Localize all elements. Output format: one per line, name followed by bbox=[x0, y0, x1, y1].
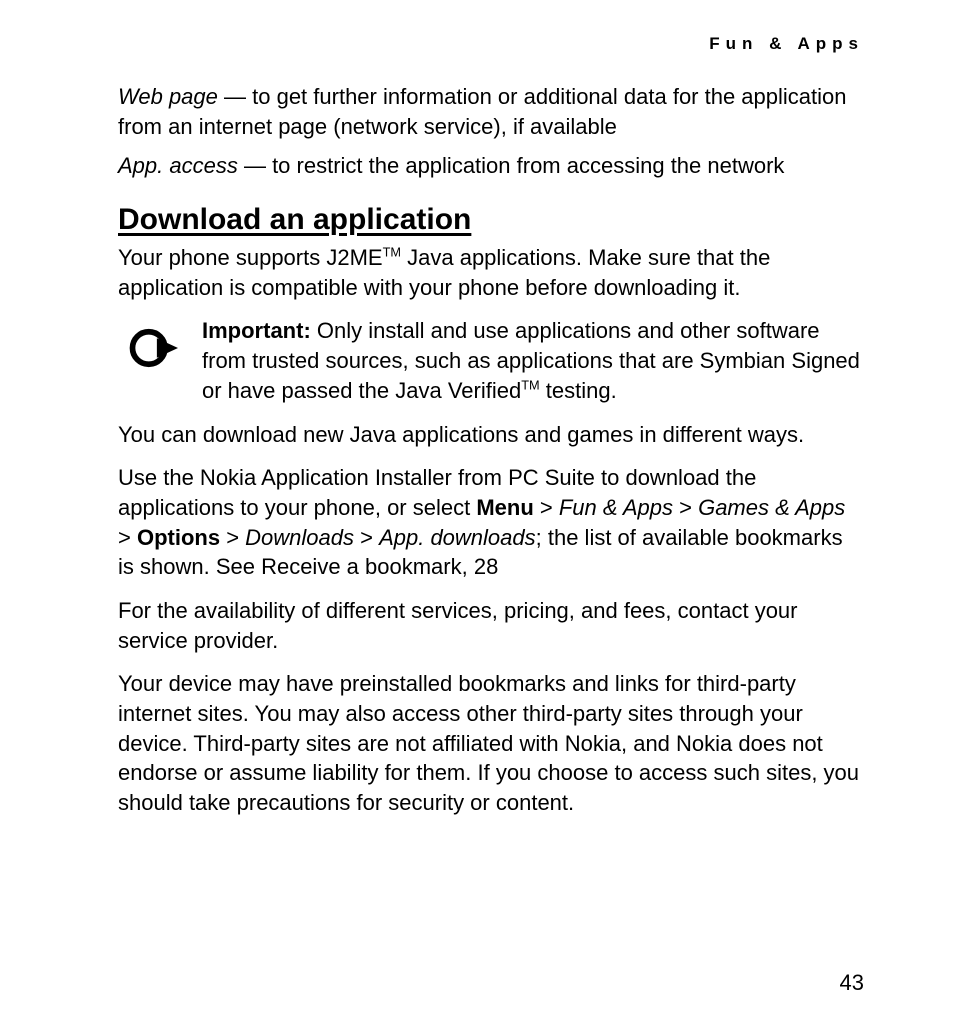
text-fragment: Your phone supports J2ME bbox=[118, 245, 383, 270]
definition-term: App. access bbox=[118, 153, 238, 178]
trademark-superscript: TM bbox=[383, 245, 401, 260]
path-separator: > bbox=[534, 495, 559, 520]
path-separator: > bbox=[118, 525, 137, 550]
path-separator: > bbox=[354, 525, 379, 550]
important-icon bbox=[126, 322, 178, 379]
paragraph-j2me-support: Your phone supports J2METM Java applicat… bbox=[118, 243, 864, 302]
definition-web-page: Web page — to get further information or… bbox=[118, 82, 864, 141]
menu-step-fun-apps: Fun & Apps bbox=[559, 495, 673, 520]
menu-step-downloads: Downloads bbox=[245, 525, 354, 550]
text-fragment: testing. bbox=[540, 378, 617, 403]
circle-arrow-icon bbox=[126, 322, 178, 374]
definition-app-access: App. access — to restrict the applicatio… bbox=[118, 151, 864, 181]
definition-term: Web page bbox=[118, 84, 218, 109]
paragraph-installer-path: Use the Nokia Application Installer from… bbox=[118, 463, 864, 582]
important-callout: Important: Only install and use applicat… bbox=[126, 316, 864, 405]
path-separator: > bbox=[673, 495, 698, 520]
important-label: Important: bbox=[202, 318, 311, 343]
paragraph-service-provider: For the availability of different servic… bbox=[118, 596, 864, 655]
menu-step-games-apps: Games & Apps bbox=[698, 495, 845, 520]
path-separator: > bbox=[220, 525, 245, 550]
important-text: Important: Only install and use applicat… bbox=[202, 316, 864, 405]
definition-text: — to get further information or addition… bbox=[118, 84, 847, 139]
menu-step-options: Options bbox=[137, 525, 220, 550]
menu-step-app-downloads: App. downloads bbox=[379, 525, 536, 550]
definition-text: — to restrict the application from acces… bbox=[238, 153, 785, 178]
manual-page: Fun & Apps Web page — to get further inf… bbox=[0, 0, 954, 1036]
paragraph-third-party: Your device may have preinstalled bookma… bbox=[118, 669, 864, 817]
paragraph-download-ways: You can download new Java applications a… bbox=[118, 420, 864, 450]
page-number: 43 bbox=[840, 970, 864, 996]
trademark-superscript: TM bbox=[521, 377, 539, 392]
section-heading-download-application: Download an application bbox=[118, 203, 864, 237]
running-head: Fun & Apps bbox=[118, 34, 864, 54]
menu-step-menu: Menu bbox=[476, 495, 533, 520]
important-paragraph: Important: Only install and use applicat… bbox=[202, 316, 864, 405]
